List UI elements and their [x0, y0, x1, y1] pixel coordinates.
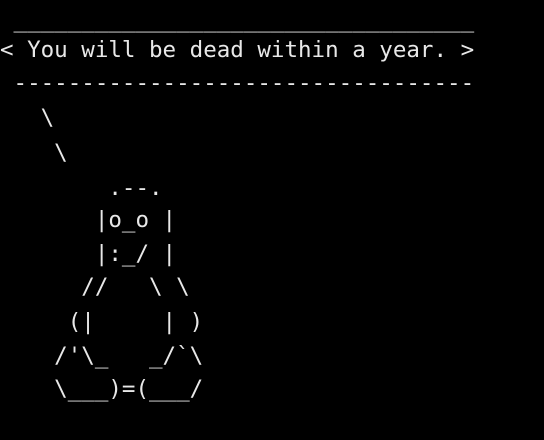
- terminal-window[interactable]: __________________________________ < You…: [0, 0, 544, 440]
- tux-line: |o_o |: [0, 207, 177, 233]
- tux-line: .--.: [0, 175, 163, 201]
- tux-line: // \ \: [0, 274, 190, 300]
- tux-line: |:_/ |: [0, 241, 177, 267]
- tux-line: \___)=(___/: [0, 376, 204, 402]
- tux-line: (| | ): [0, 309, 204, 335]
- tux-line: /'\_ _/`\: [0, 343, 204, 369]
- tux-line: \: [0, 140, 68, 166]
- tux-line: \: [0, 105, 55, 131]
- speech-bubble-bottom-border: ----------------------------------: [0, 70, 475, 96]
- speech-bubble-text: < You will be dead within a year. >: [0, 37, 475, 63]
- speech-bubble-top-border: __________________________________: [0, 7, 475, 33]
